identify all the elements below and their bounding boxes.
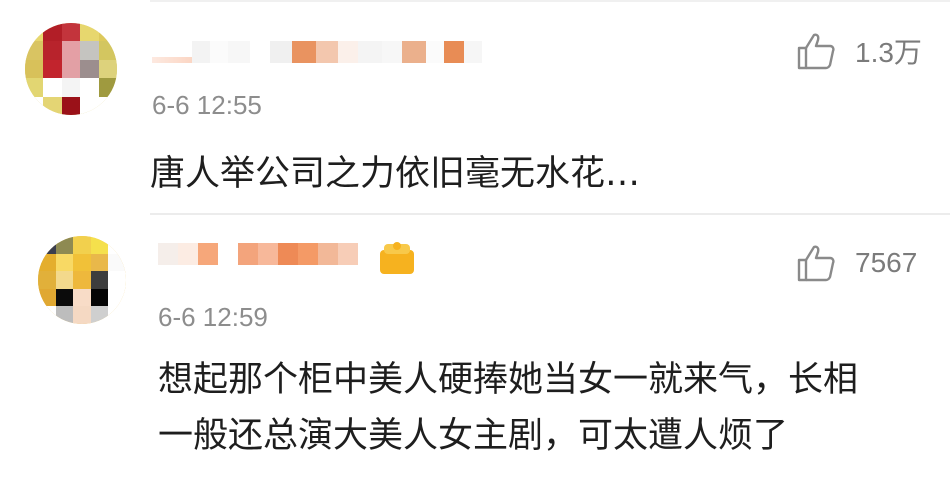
comment-timestamp: 6-6 12:55 bbox=[152, 90, 262, 120]
like-button[interactable]: 1.3万 bbox=[795, 30, 922, 72]
avatar[interactable] bbox=[38, 236, 126, 324]
like-count: 1.3万 bbox=[855, 37, 922, 68]
username-pixelated[interactable] bbox=[158, 240, 358, 268]
thumbs-up-icon bbox=[797, 33, 835, 70]
comment-text: 唐人举公司之力依旧毫无水花… bbox=[150, 154, 641, 194]
vip-badge-icon bbox=[380, 242, 414, 274]
like-button[interactable]: 7567 bbox=[795, 242, 917, 284]
comment-timestamp: 6-6 12:59 bbox=[158, 302, 268, 332]
comment-item: 6-6 12:55 1.3万 唐人举公司之力依旧毫无水花… bbox=[0, 0, 950, 214]
username-pixelated[interactable] bbox=[152, 38, 482, 66]
thumbs-up-icon bbox=[797, 245, 835, 282]
avatar[interactable] bbox=[25, 23, 117, 115]
comment-text-line: 想起那个柜中美人硬捧她当女一就来气，长相 bbox=[158, 360, 859, 400]
comment-text-line: 一般还总演大美人女主剧，可太遭人烦了 bbox=[158, 416, 789, 456]
comment-list: 6-6 12:55 1.3万 唐人举公司之力依旧毫无水花… 6-6 12:59 … bbox=[0, 0, 950, 482]
comment-text: 想起那个柜中美人硬捧她当女一就来气，长相 一般还总演大美人女主剧，可太遭人烦了 bbox=[158, 352, 858, 464]
like-count: 7567 bbox=[855, 247, 918, 278]
divider bbox=[150, 213, 950, 215]
